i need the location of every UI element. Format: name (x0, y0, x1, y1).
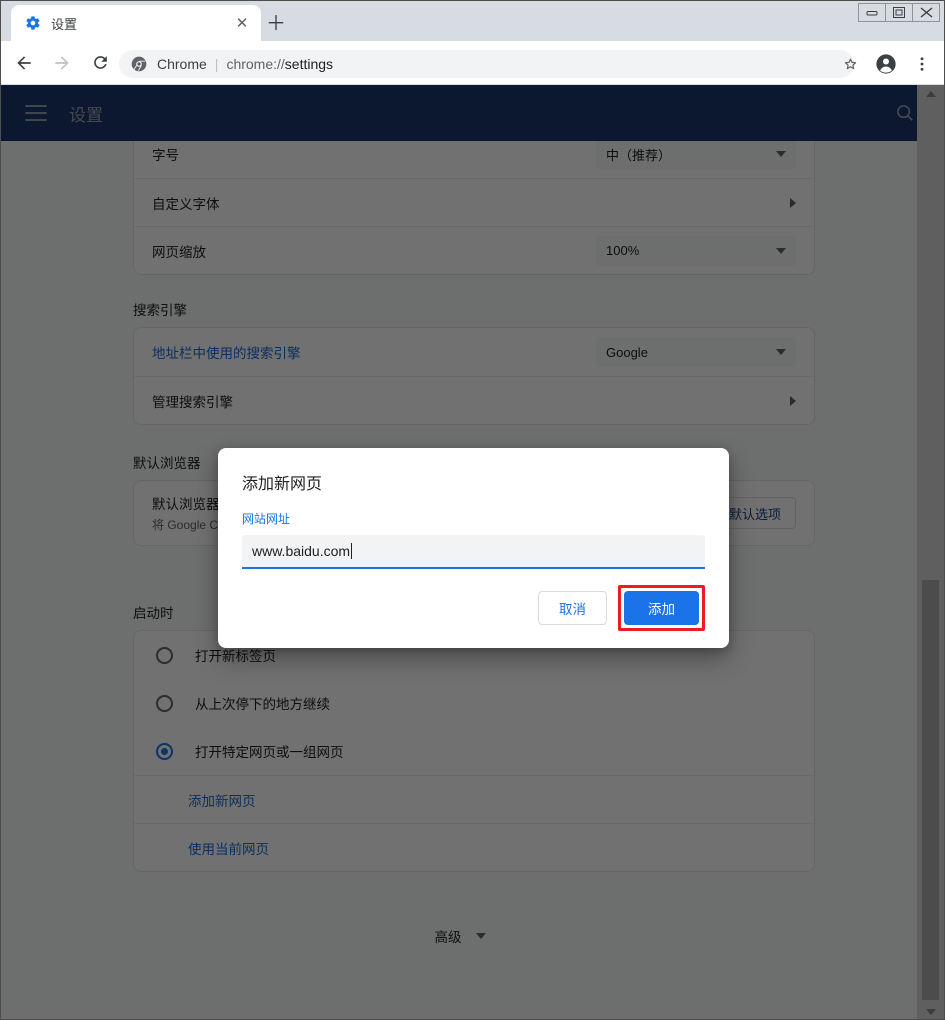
browser-window: 设置 ✕ ＋ (0, 0, 945, 1020)
title-bar: 设置 ✕ ＋ (1, 1, 944, 41)
browser-tab[interactable]: 设置 ✕ (11, 5, 261, 41)
account-icon (875, 53, 897, 75)
toolbar-actions (834, 48, 938, 80)
minimize-icon (866, 8, 878, 18)
browser-menu-button[interactable] (906, 48, 938, 80)
scroll-up-arrow[interactable] (917, 85, 944, 103)
omnibox-url-path: settings (285, 56, 333, 72)
bookmark-star-icon[interactable] (834, 48, 866, 80)
site-url-value: www.baidu.com (252, 543, 350, 559)
page-scrollbar[interactable] (917, 85, 944, 1020)
dialog-actions: 取消 添加 (538, 585, 705, 631)
scrollbar-thumb[interactable] (922, 580, 939, 1000)
three-dot-menu-icon (913, 55, 931, 73)
back-arrow-icon (14, 53, 34, 73)
maximize-button[interactable] (885, 3, 913, 22)
omnibox-url: chrome://settings (226, 56, 333, 72)
omnibox-separator: | (215, 56, 219, 72)
tab-title: 设置 (51, 14, 231, 33)
add-button-highlight: 添加 (618, 585, 705, 631)
forward-button[interactable] (47, 48, 77, 78)
gear-icon (25, 15, 41, 31)
cancel-button[interactable]: 取消 (538, 591, 607, 625)
chrome-logo-icon (131, 56, 147, 72)
forward-arrow-icon (52, 53, 72, 73)
maximize-icon (893, 7, 905, 18)
site-url-label: 网站网址 (242, 510, 705, 527)
reload-button[interactable] (85, 48, 115, 78)
address-bar[interactable]: Chrome | chrome://settings (119, 50, 854, 78)
site-url-input[interactable]: www.baidu.com (242, 535, 705, 569)
browser-toolbar: Chrome | chrome://settings (1, 41, 944, 85)
back-button[interactable] (9, 48, 39, 78)
scroll-down-arrow[interactable] (917, 1003, 944, 1020)
star-icon (841, 55, 860, 74)
dialog-title: 添加新网页 (242, 470, 705, 494)
window-controls (859, 3, 940, 22)
close-window-button[interactable] (912, 3, 940, 22)
close-tab-icon[interactable]: ✕ (231, 12, 253, 34)
omnibox-url-scheme: chrome:// (226, 56, 284, 72)
new-tab-button[interactable]: ＋ (263, 11, 289, 37)
add-button[interactable]: 添加 (624, 591, 699, 625)
add-new-page-dialog: 添加新网页 网站网址 www.baidu.com 取消 添加 (218, 448, 729, 648)
minimize-button[interactable] (858, 3, 886, 22)
profile-avatar[interactable] (870, 48, 902, 80)
omnibox-scheme-label: Chrome (157, 56, 207, 72)
text-cursor (351, 543, 352, 559)
reload-icon (91, 53, 110, 72)
close-icon (920, 7, 933, 18)
